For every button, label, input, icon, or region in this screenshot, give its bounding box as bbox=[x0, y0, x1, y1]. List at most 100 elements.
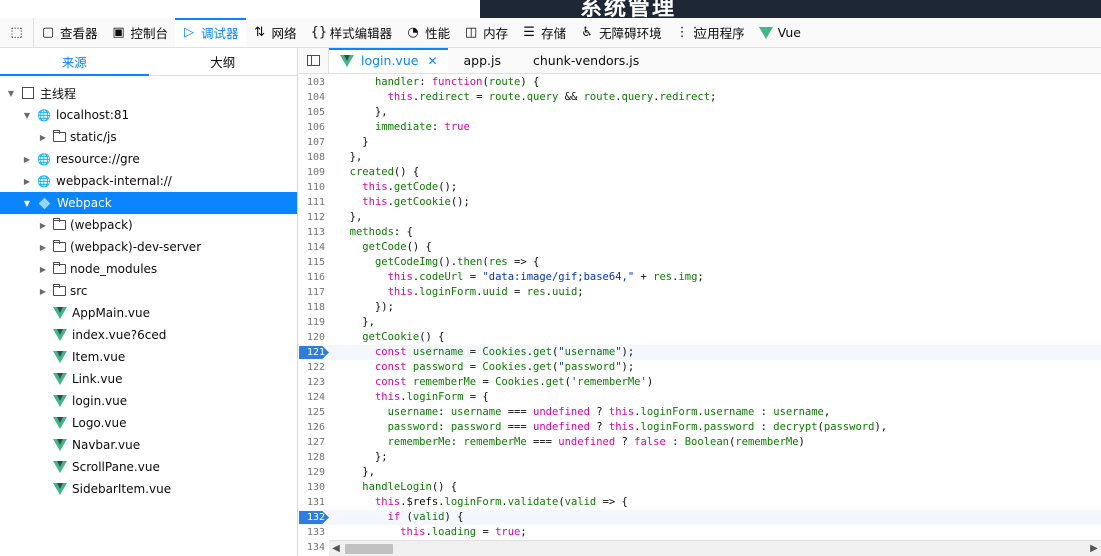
code-line[interactable]: 112 }, bbox=[299, 210, 1101, 225]
tree-item[interactable]: ▼ 🌐 localhost:81 bbox=[0, 104, 297, 126]
line-number[interactable]: 108 bbox=[299, 150, 329, 165]
line-number[interactable]: 112 bbox=[299, 210, 329, 225]
code-line[interactable]: 123 const rememberMe = Cookies.get('reme… bbox=[299, 375, 1101, 390]
code-line[interactable]: 130 handleLogin() { bbox=[299, 480, 1101, 495]
collapsed-arrow-icon[interactable]: ▶ bbox=[22, 177, 32, 186]
line-number[interactable]: 114 bbox=[299, 240, 329, 255]
code-line[interactable]: 114 getCode() { bbox=[299, 240, 1101, 255]
code-view[interactable]: 103 handler: function(route) {104 this.r… bbox=[299, 75, 1101, 540]
code-line[interactable]: 124 this.loginForm = { bbox=[299, 390, 1101, 405]
line-number[interactable]: 119 bbox=[299, 315, 329, 330]
line-number[interactable]: 128 bbox=[299, 450, 329, 465]
expanded-arrow-icon[interactable]: ▼ bbox=[22, 199, 32, 208]
code-line[interactable]: 106 immediate: true bbox=[299, 120, 1101, 135]
tree-item[interactable]: AppMain.vue bbox=[0, 302, 297, 324]
breakpoint-marker[interactable]: 121 bbox=[299, 345, 329, 360]
line-number[interactable]: 111 bbox=[299, 195, 329, 210]
editor-tab[interactable]: chunk-vendors.js bbox=[517, 48, 655, 73]
tree-item[interactable]: Logo.vue bbox=[0, 412, 297, 434]
code-line[interactable]: 120 getCookie() { bbox=[299, 330, 1101, 345]
collapsed-arrow-icon[interactable]: ▶ bbox=[38, 243, 48, 252]
line-number[interactable]: 133 bbox=[299, 525, 329, 540]
tree-item[interactable]: ▶ static/js bbox=[0, 126, 297, 148]
tree-item[interactable]: ScrollPane.vue bbox=[0, 456, 297, 478]
line-number[interactable]: 126 bbox=[299, 420, 329, 435]
line-number[interactable]: 109 bbox=[299, 165, 329, 180]
tool-memory[interactable]: ◫ 内存 bbox=[457, 18, 515, 47]
tree-item[interactable]: index.vue?6ced bbox=[0, 324, 297, 346]
tool-performance[interactable]: ◔ 性能 bbox=[399, 18, 457, 47]
code-line[interactable]: 107 } bbox=[299, 135, 1101, 150]
line-number[interactable]: 127 bbox=[299, 435, 329, 450]
tool-storage[interactable]: ☰ 存储 bbox=[515, 18, 573, 47]
scroll-left-icon[interactable]: ◀ bbox=[329, 543, 343, 554]
tool-debugger[interactable]: ▷ 调试器 bbox=[175, 18, 246, 47]
line-number[interactable]: 106 bbox=[299, 120, 329, 135]
tool-inspector[interactable]: ▢ 查看器 bbox=[34, 18, 105, 47]
line-number[interactable]: 120 bbox=[299, 330, 329, 345]
line-number[interactable]: 125 bbox=[299, 405, 329, 420]
tree-item[interactable]: ▶ (webpack)-dev-server bbox=[0, 236, 297, 258]
tree-item[interactable]: ▶ 🌐 resource://gre bbox=[0, 148, 297, 170]
line-number[interactable]: 116 bbox=[299, 270, 329, 285]
tree-item[interactable]: ▶ (webpack) bbox=[0, 214, 297, 236]
scroll-thumb[interactable] bbox=[345, 543, 393, 554]
breakpoint-marker[interactable]: 132 bbox=[299, 510, 329, 525]
line-number[interactable]: 124 bbox=[299, 390, 329, 405]
code-line[interactable]: 105 }, bbox=[299, 105, 1101, 120]
expanded-arrow-icon[interactable]: ▼ bbox=[22, 111, 32, 120]
code-line[interactable]: 129 }, bbox=[299, 465, 1101, 480]
code-line[interactable]: 108 }, bbox=[299, 150, 1101, 165]
code-line[interactable]: 118 }); bbox=[299, 300, 1101, 315]
line-number[interactable]: 115 bbox=[299, 255, 329, 270]
code-line[interactable]: 113 methods: { bbox=[299, 225, 1101, 240]
line-number[interactable]: 122 bbox=[299, 360, 329, 375]
code-line[interactable]: 109 created() { bbox=[299, 165, 1101, 180]
code-line[interactable]: 117 this.loginForm.uuid = res.uuid; bbox=[299, 285, 1101, 300]
tool-style-editor[interactable]: {} 样式编辑器 bbox=[304, 18, 400, 47]
collapsed-arrow-icon[interactable]: ▶ bbox=[38, 221, 48, 230]
code-line[interactable]: 125 username: username === undefined ? t… bbox=[299, 405, 1101, 420]
toggle-sidebar-button[interactable] bbox=[299, 48, 329, 73]
tree-item[interactable]: Navbar.vue bbox=[0, 434, 297, 456]
code-line[interactable]: 132 if (valid) { bbox=[299, 510, 1101, 525]
code-line[interactable]: 119 }, bbox=[299, 315, 1101, 330]
tab-outline[interactable]: 大纲 bbox=[149, 48, 298, 75]
collapsed-arrow-icon[interactable]: ▶ bbox=[22, 155, 32, 164]
line-number[interactable]: 103 bbox=[299, 75, 329, 90]
tool-application[interactable]: ⋮⋮ 应用程序 bbox=[669, 18, 752, 47]
line-number[interactable]: 113 bbox=[299, 225, 329, 240]
tree-item[interactable]: Link.vue bbox=[0, 368, 297, 390]
line-number[interactable]: 118 bbox=[299, 300, 329, 315]
code-line[interactable]: 104 this.redirect = route.query && route… bbox=[299, 90, 1101, 105]
code-line[interactable]: 128 }; bbox=[299, 450, 1101, 465]
code-line[interactable]: 131 this.$refs.loginForm.validate(valid … bbox=[299, 495, 1101, 510]
code-line[interactable]: 103 handler: function(route) { bbox=[299, 75, 1101, 90]
code-line[interactable]: 111 this.getCookie(); bbox=[299, 195, 1101, 210]
tree-item[interactable]: login.vue bbox=[0, 390, 297, 412]
tree-item[interactable]: ▼ 主线程 bbox=[0, 82, 297, 104]
tree-item[interactable]: ▶ 🌐 webpack-internal:// bbox=[0, 170, 297, 192]
tool-vue[interactable]: Vue bbox=[752, 18, 808, 47]
expanded-arrow-icon[interactable]: ▼ bbox=[6, 89, 16, 98]
code-line[interactable]: 116 this.codeUrl = "data:image/gif;base6… bbox=[299, 270, 1101, 285]
tree-item[interactable]: Item.vue bbox=[0, 346, 297, 368]
line-number[interactable]: 131 bbox=[299, 495, 329, 510]
horizontal-scrollbar[interactable]: ◀ ▶ bbox=[329, 540, 1101, 556]
tool-console[interactable]: ▣ 控制台 bbox=[105, 18, 176, 47]
line-number[interactable]: 107 bbox=[299, 135, 329, 150]
tool-accessibility[interactable]: ♿ 无障碍环境 bbox=[573, 18, 669, 47]
element-picker-button[interactable]: ⬚ bbox=[0, 18, 34, 47]
line-number[interactable]: 130 bbox=[299, 480, 329, 495]
code-line[interactable]: 127 rememberMe: rememberMe === undefined… bbox=[299, 435, 1101, 450]
line-number[interactable]: 110 bbox=[299, 180, 329, 195]
collapsed-arrow-icon[interactable]: ▶ bbox=[38, 265, 48, 274]
collapsed-arrow-icon[interactable]: ▶ bbox=[38, 287, 48, 296]
code-line[interactable]: 126 password: password === undefined ? t… bbox=[299, 420, 1101, 435]
code-line[interactable]: 110 this.getCode(); bbox=[299, 180, 1101, 195]
tree-item[interactable]: SidebarItem.vue bbox=[0, 478, 297, 500]
line-number[interactable]: 123 bbox=[299, 375, 329, 390]
tree-item[interactable]: ▶ src bbox=[0, 280, 297, 302]
tree-item[interactable]: ▶ node_modules bbox=[0, 258, 297, 280]
tool-network[interactable]: ⇅ 网络 bbox=[246, 18, 304, 47]
